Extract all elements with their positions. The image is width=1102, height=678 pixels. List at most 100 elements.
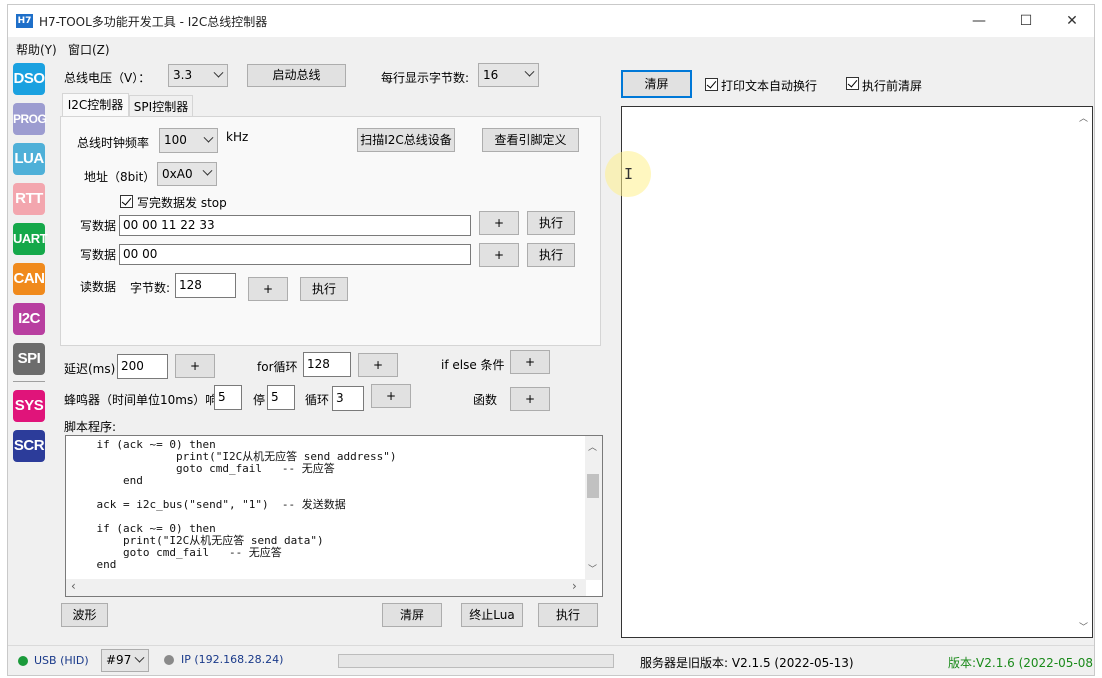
horizontal-scrollbar[interactable] — [66, 579, 586, 596]
bus-voltage-label: 总线电压（V）： — [64, 71, 151, 85]
sidebar-item-label: LUA — [14, 150, 44, 167]
menu-help[interactable]: 帮助(Y) — [16, 41, 57, 58]
scroll-left-icon[interactable]: ‹ — [71, 579, 76, 593]
clock-label: 总线时钟频率 — [77, 136, 150, 150]
stop-checkbox-label: 写完数据发 stop — [137, 196, 227, 210]
sidebar-divider — [13, 381, 45, 382]
write1-input[interactable]: 00 00 11 22 33 — [119, 215, 471, 236]
autowrap-label: 打印文本自动换行 — [721, 79, 818, 93]
sidebar-item-label: UART — [13, 231, 48, 246]
pin-definition-button[interactable]: 查看引脚定义 — [482, 128, 579, 152]
write1-label: 写数据 — [80, 219, 117, 233]
sidebar-item-label: PROG — [13, 112, 47, 126]
write1-add-button[interactable]: + — [479, 211, 519, 235]
sidebar-item-label: SCR — [13, 437, 45, 454]
status-bar: USB (HID) #97 IP (192.168.28.24) 服务器是旧版本… — [8, 645, 1094, 675]
scrollbar-thumb[interactable] — [587, 474, 599, 498]
read-add-button[interactable]: + — [248, 277, 288, 301]
for-loop-add-button[interactable]: + — [358, 353, 398, 377]
function-add-button[interactable]: + — [510, 387, 550, 411]
stop-lua-button[interactable]: 终止Lua — [461, 603, 523, 627]
script-run-button[interactable]: 执行 — [538, 603, 598, 627]
ip-status-icon — [164, 655, 174, 665]
tab-i2c-controller[interactable]: I2C控制器 — [62, 93, 129, 117]
menu-bar: 帮助(Y) 窗口(Z) — [8, 38, 1094, 58]
sidebar-item-dso[interactable]: DSO — [13, 63, 45, 95]
usb-status-icon — [18, 656, 28, 666]
sidebar-item-lua[interactable]: LUA — [13, 143, 45, 175]
for-loop-input[interactable]: 128 — [303, 352, 351, 377]
sidebar-item-label: CAN — [13, 270, 46, 287]
sidebar-item-sys[interactable]: SYS — [13, 390, 45, 422]
sidebar-item-spi[interactable]: SPI — [13, 343, 45, 375]
scan-bus-button[interactable]: 扫描I2C总线设备 — [357, 128, 455, 152]
bus-voltage-select[interactable]: 3.3 — [168, 64, 228, 87]
delay-add-button[interactable]: + — [175, 354, 215, 378]
chevron-down-icon — [524, 66, 535, 77]
buzzer-loop-input[interactable]: 3 — [332, 386, 364, 411]
function-label: 函数 — [473, 393, 498, 407]
sidebar-item-label: DSO — [13, 70, 45, 87]
maximize-button[interactable]: ☐ — [1003, 5, 1049, 37]
sidebar-item-uart[interactable]: UART — [13, 223, 48, 255]
start-bus-button[interactable]: 启动总线 — [247, 64, 346, 87]
autowrap-checkbox[interactable] — [705, 78, 718, 91]
buzzer-off-input[interactable]: 5 — [267, 385, 295, 410]
scroll-down-icon[interactable]: ﹀ — [588, 562, 597, 575]
chevron-down-icon — [202, 165, 213, 176]
sidebar-item-label: I2C — [18, 310, 40, 327]
bytes-per-line-select[interactable]: 16 — [478, 63, 539, 87]
address-select[interactable]: 0xA0 — [157, 162, 217, 186]
progress-bar — [338, 654, 614, 668]
byte-count-input[interactable]: 128 — [175, 273, 236, 298]
app-window: H7 H7-TOOL多功能开发工具 - I2C总线控制器 — ☐ ✕ 帮助(Y)… — [7, 4, 1095, 676]
output-clear-button[interactable]: 清屏 — [621, 70, 692, 98]
menu-window[interactable]: 窗口(Z) — [68, 41, 110, 58]
usb-label: USB (HID) — [34, 654, 89, 667]
clock-value: 100 — [164, 133, 187, 147]
script-editor[interactable]: if (ack ~= 0) then print("I2C从机无应答 send … — [65, 435, 603, 597]
scroll-right-icon[interactable]: › — [572, 579, 577, 593]
ifelse-add-button[interactable]: + — [510, 350, 550, 374]
scroll-down-icon[interactable]: ﹀ — [1079, 620, 1088, 633]
device-value: #97 — [106, 653, 132, 667]
minimize-button[interactable]: — — [956, 5, 1002, 37]
sidebar-item-label: RTT — [15, 190, 43, 207]
window-title: H7-TOOL多功能开发工具 - I2C总线控制器 — [39, 15, 268, 29]
sidebar-item-i2c[interactable]: I2C — [13, 303, 45, 335]
app-version-text: 版本:V2.1.6 (2022-05-08) — [948, 656, 1095, 670]
output-text-area[interactable]: ︿ ﹀ — [621, 106, 1093, 638]
sidebar-item-can[interactable]: CAN — [13, 263, 45, 295]
stop-checkbox[interactable] — [120, 195, 133, 208]
tab-spi-controller[interactable]: SPI控制器 — [129, 95, 193, 117]
write2-execute-button[interactable]: 执行 — [527, 243, 575, 267]
sidebar-item-rtt[interactable]: RTT — [13, 183, 45, 215]
write2-add-button[interactable]: + — [479, 243, 519, 267]
read-execute-button[interactable]: 执行 — [300, 277, 348, 301]
close-button[interactable]: ✕ — [1049, 5, 1094, 37]
clear-before-run-checkbox[interactable] — [846, 77, 859, 90]
server-version-text: 服务器是旧版本: V2.1.5 (2022-05-13) — [640, 656, 854, 670]
bytes-per-line-label: 每行显示字节数: — [381, 71, 470, 85]
waveform-button[interactable]: 波形 — [61, 603, 108, 627]
address-value: 0xA0 — [162, 167, 193, 181]
sidebar-item-label: SPI — [17, 350, 41, 367]
write1-execute-button[interactable]: 执行 — [527, 211, 575, 235]
sidebar-item-scr[interactable]: SCR — [13, 430, 45, 462]
buzzer-loop-label: 循环 — [305, 393, 330, 407]
scroll-up-icon[interactable]: ︿ — [588, 440, 597, 453]
script-clear-button[interactable]: 清屏 — [382, 603, 442, 627]
write2-input[interactable]: 00 00 — [119, 244, 471, 265]
device-select[interactable]: #97 — [101, 649, 149, 672]
script-code: if (ack ~= 0) then print("I2C从机无应答 send … — [96, 438, 397, 571]
sidebar-item-prog[interactable]: PROG — [13, 103, 47, 135]
chevron-down-icon — [203, 132, 214, 143]
for-loop-label: for循环 — [257, 360, 298, 374]
buzzer-on-input[interactable]: 5 — [214, 385, 242, 410]
vertical-scrollbar[interactable] — [585, 436, 602, 580]
buzzer-add-button[interactable]: + — [371, 384, 411, 408]
clock-select[interactable]: 100 — [159, 128, 218, 153]
delay-input[interactable]: 200 — [117, 354, 168, 379]
ifelse-label: if else 条件 — [441, 358, 505, 372]
scroll-up-icon[interactable]: ︿ — [1079, 111, 1088, 124]
